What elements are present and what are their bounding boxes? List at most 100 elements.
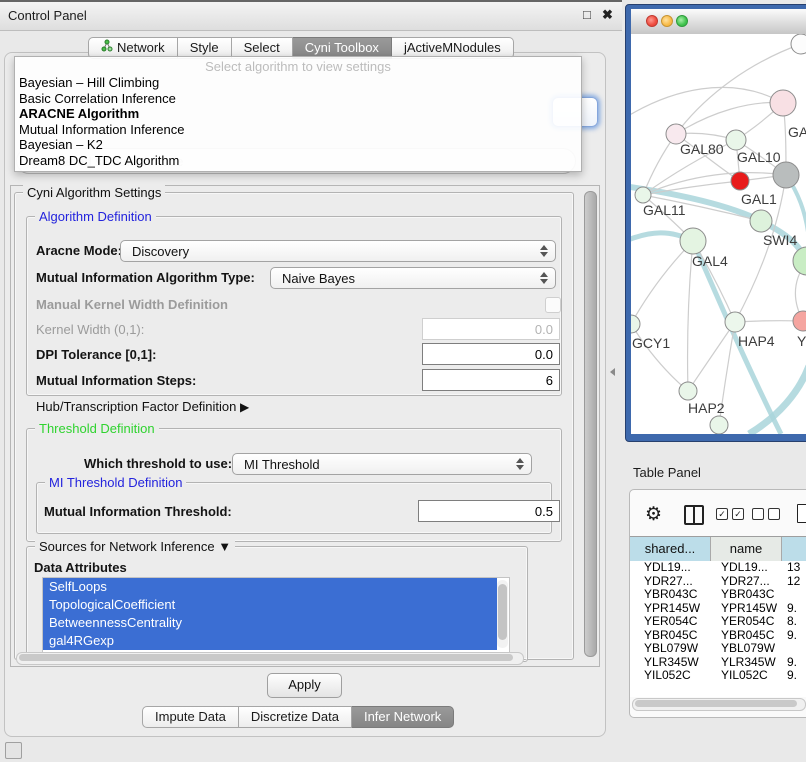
- attributes-scrollbar[interactable]: [497, 580, 508, 648]
- apply-button[interactable]: Apply: [267, 673, 342, 698]
- aracne-mode-combo[interactable]: Discovery: [120, 240, 556, 262]
- sources-title-text: Sources for Network Inference: [39, 539, 215, 554]
- node-gal10[interactable]: [726, 130, 746, 150]
- algorithm-option-bayesian-hill-climbing[interactable]: Bayesian – Hill Climbing: [15, 75, 581, 91]
- attributes-scroll-thumb[interactable]: [498, 584, 507, 640]
- node-label-hap2: HAP2: [688, 400, 725, 416]
- table-cell: YLR345W: [630, 656, 711, 670]
- table-horizontal-scrollbar[interactable]: [632, 698, 806, 711]
- network-edge[interactable]: [631, 241, 693, 324]
- node-gal-cut[interactable]: [770, 90, 796, 116]
- tab-label: Discretize Data: [251, 707, 339, 727]
- attribute-item-gal4rgexp[interactable]: gal4RGexp: [43, 632, 497, 650]
- threshold-definition-title: Threshold Definition: [35, 421, 159, 436]
- algorithm-option-dream8-dc-tdc-algorithm[interactable]: Dream8 DC_TDC Algorithm: [15, 153, 581, 169]
- close-panel-icon[interactable]: ✖: [602, 7, 613, 23]
- network-edge[interactable]: [688, 322, 735, 391]
- node-gcy1[interactable]: [631, 315, 640, 333]
- tab-label: Select: [244, 38, 280, 58]
- table-row[interactable]: YBR045CYBR045C9.: [630, 629, 806, 643]
- column-header-clipped[interactable]: [782, 537, 806, 561]
- node-hap2[interactable]: [679, 382, 697, 400]
- table-row[interactable]: YDL19...YDL19...13: [630, 561, 806, 575]
- document-icon[interactable]: [797, 504, 806, 523]
- tab-label: jActiveMNodules: [404, 38, 501, 58]
- node-bottom[interactable]: [710, 416, 728, 434]
- settings-horizontal-scrollbar[interactable]: [16, 652, 524, 665]
- window-zoom-icon[interactable]: [676, 15, 688, 27]
- algorithm-definition-title: Algorithm Definition: [35, 209, 156, 224]
- table-cell: YBR045C: [630, 629, 711, 643]
- tab-discretize-data[interactable]: Discretize Data: [239, 706, 352, 728]
- hub-definition-expander[interactable]: Hub/Transcription Factor Definition ▶: [36, 399, 249, 414]
- table-row[interactable]: YDR27...YDR27...12: [630, 575, 806, 589]
- mi-steps-input[interactable]: 6: [422, 369, 560, 391]
- screen: Control Panel □ ✖ NetworkStyleSelectCyni…: [0, 0, 806, 762]
- table-body[interactable]: YDL19...YDL19...13YDR27...YDR27...12YBR0…: [630, 561, 806, 697]
- split-pane-collapse-icon[interactable]: [610, 368, 615, 376]
- table-row[interactable]: YIL052CYIL052C9.: [630, 669, 806, 683]
- table-cell: YBR043C: [630, 588, 711, 602]
- gear-icon[interactable]: ⚙: [645, 505, 662, 525]
- table-row[interactable]: YPR145WYPR145W9.: [630, 602, 806, 616]
- which-threshold-label: Which threshold to use:: [84, 456, 232, 471]
- kernel-width-input[interactable]: 0.0: [422, 318, 560, 340]
- settings-scroll-thumb[interactable]: [584, 191, 597, 657]
- settings-hscroll-thumb[interactable]: [19, 654, 513, 661]
- attribute-item-selfloops[interactable]: SelfLoops: [43, 578, 497, 596]
- window-minimize-icon[interactable]: [661, 15, 673, 27]
- node-gray[interactable]: [773, 162, 799, 188]
- mi-type-combo[interactable]: Naive Bayes: [270, 267, 556, 289]
- node-label-swi4: SWI4: [763, 232, 797, 248]
- node-top[interactable]: [791, 34, 806, 54]
- table-cell: 9.: [782, 629, 806, 643]
- manual-kernel-checkbox[interactable]: [545, 297, 561, 313]
- network-edge[interactable]: [676, 103, 783, 134]
- node-swi4[interactable]: [750, 210, 772, 232]
- table-cell: 8.: [782, 615, 806, 629]
- combo-arrows-icon: [516, 458, 524, 470]
- algorithm-option-bayesian-k2[interactable]: Bayesian – K2: [15, 137, 581, 153]
- node-green-right[interactable]: [793, 247, 806, 275]
- window-close-icon[interactable]: [646, 15, 658, 27]
- unselect-all-icon[interactable]: [752, 508, 780, 520]
- sources-title[interactable]: Sources for Network Inference ▼: [35, 539, 235, 554]
- columns-icon[interactable]: [684, 505, 704, 525]
- data-attributes-list[interactable]: SelfLoopsTopologicalCoefficientBetweenne…: [42, 577, 510, 653]
- table-row[interactable]: YBR043CYBR043C: [630, 588, 806, 602]
- network-canvas[interactable]: GALGAL80GAL10GAL1GAL11SWI4GAL4GCY1HAP4YH…: [631, 34, 806, 434]
- node-gal1[interactable]: [731, 172, 749, 190]
- column-header-shared-name[interactable]: shared...: [630, 537, 711, 561]
- table-row[interactable]: YBL079WYBL079W: [630, 642, 806, 656]
- node-salmon[interactable]: [793, 311, 806, 331]
- node-hap4[interactable]: [725, 312, 745, 332]
- table-row[interactable]: YLR345WYLR345W9.: [630, 656, 806, 670]
- attribute-item-topologicalcoefficient[interactable]: TopologicalCoefficient: [43, 596, 497, 614]
- dpi-tolerance-input[interactable]: 0.0: [422, 343, 560, 365]
- table-row[interactable]: YER054CYER054C8.: [630, 615, 806, 629]
- algorithm-option-basic-correlation-inference[interactable]: Basic Correlation Inference: [15, 91, 581, 107]
- table-hscroll-thumb[interactable]: [635, 700, 797, 707]
- node-gal11[interactable]: [635, 187, 651, 203]
- which-threshold-combo[interactable]: MI Threshold: [232, 453, 532, 475]
- collapsed-panel-icon[interactable]: [5, 742, 22, 759]
- column-header-name[interactable]: name: [711, 537, 782, 561]
- algorithm-option-aracne-algorithm[interactable]: ARACNE Algorithm: [15, 106, 581, 122]
- table-cell: 9.: [782, 602, 806, 616]
- table-cell: YER054C: [630, 615, 711, 629]
- table-cell: YBL079W: [711, 642, 782, 656]
- table-panel-title: Table Panel: [633, 465, 701, 480]
- node-gal4[interactable]: [680, 228, 706, 254]
- attribute-item-betweennesscentrality[interactable]: BetweennessCentrality: [43, 614, 497, 632]
- float-window-icon[interactable]: □: [583, 7, 591, 22]
- network-edge[interactable]: [643, 181, 740, 195]
- cyni-algorithm-settings-title: Cyni Algorithm Settings: [23, 185, 165, 200]
- algorithm-option-mutual-information-inference[interactable]: Mutual Information Inference: [15, 122, 581, 138]
- tab-infer-network[interactable]: Infer Network: [352, 706, 454, 728]
- tab-impute-data[interactable]: Impute Data: [142, 706, 239, 728]
- select-all-icon[interactable]: ✓✓: [716, 508, 744, 520]
- tab-label: Impute Data: [155, 707, 226, 727]
- mi-threshold-input[interactable]: 0.5: [418, 500, 560, 522]
- network-edge[interactable]: [676, 44, 801, 134]
- settings-vertical-scrollbar[interactable]: [582, 187, 597, 663]
